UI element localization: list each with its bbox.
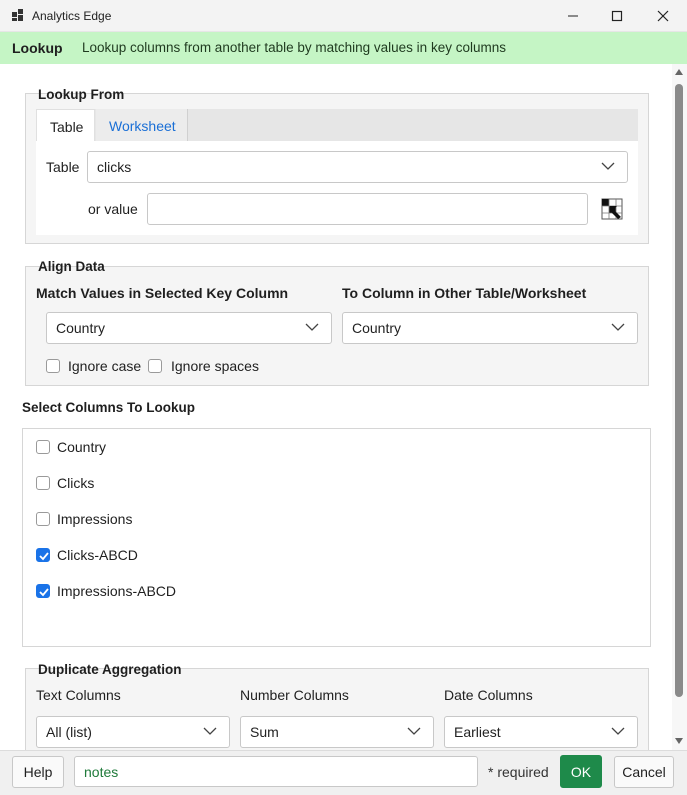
column-label: Clicks xyxy=(57,475,95,491)
column-label: Country xyxy=(57,439,107,455)
table-select[interactable]: clicks xyxy=(87,151,628,183)
match-column-select[interactable]: Country xyxy=(46,312,332,344)
chevron-down-icon xyxy=(305,323,319,331)
column-label: Clicks-ABCD xyxy=(57,547,138,563)
column-checkbox[interactable] xyxy=(36,440,50,454)
list-item[interactable]: Country xyxy=(23,434,650,464)
notes-text: notes xyxy=(84,764,119,780)
notes-input[interactable]: notes xyxy=(74,756,478,787)
app-icon xyxy=(12,9,24,21)
close-icon xyxy=(657,10,669,22)
column-checkbox[interactable] xyxy=(36,584,50,598)
ignore-case-label: Ignore case xyxy=(68,358,142,374)
to-column-value: Country xyxy=(352,320,402,336)
to-column-label: To Column in Other Table/Worksheet xyxy=(342,285,587,301)
column-checkbox[interactable] xyxy=(36,476,50,490)
column-label: Impressions-ABCD xyxy=(57,583,177,599)
maximize-button[interactable] xyxy=(594,0,640,32)
columns-list: Country Clicks Impressions Clicks-ABCD I… xyxy=(22,428,651,647)
help-button[interactable]: Help xyxy=(12,756,64,788)
table-label: Table xyxy=(46,159,80,175)
cancel-button[interactable]: Cancel xyxy=(614,756,674,788)
chevron-down-icon xyxy=(611,727,625,735)
table-select-value: clicks xyxy=(97,159,132,175)
date-columns-value: Earliest xyxy=(454,724,501,740)
number-columns-select[interactable]: Sum xyxy=(240,716,434,748)
duplicate-aggregation-title: Duplicate Aggregation xyxy=(38,662,182,677)
list-item[interactable]: Clicks-ABCD xyxy=(23,542,650,572)
text-columns-value: All (list) xyxy=(46,724,92,740)
lookup-from-title: Lookup From xyxy=(38,87,125,102)
check-icon xyxy=(39,588,49,597)
date-columns-label: Date Columns xyxy=(444,687,533,703)
ignore-case-checkbox[interactable] xyxy=(46,359,60,373)
cell-picker-icon xyxy=(601,198,623,220)
scrollbar-thumb[interactable] xyxy=(675,84,683,697)
text-columns-select[interactable]: All (list) xyxy=(36,716,230,748)
window-title: Analytics Edge xyxy=(32,9,112,23)
minimize-button[interactable] xyxy=(550,0,596,32)
close-button[interactable] xyxy=(640,0,686,32)
scroll-up-icon[interactable] xyxy=(674,68,684,76)
number-columns-label: Number Columns xyxy=(240,687,349,703)
cell-picker-button[interactable] xyxy=(601,198,623,220)
ignore-spaces-label: Ignore spaces xyxy=(171,358,259,374)
scroll-down-icon[interactable] xyxy=(674,737,684,745)
column-label: Impressions xyxy=(57,511,133,527)
align-data-title: Align Data xyxy=(38,259,105,274)
column-checkbox[interactable] xyxy=(36,512,50,526)
select-columns-title: Select Columns To Lookup xyxy=(22,400,196,415)
chevron-down-icon xyxy=(203,727,217,735)
number-columns-value: Sum xyxy=(250,724,279,740)
or-value-label: or value xyxy=(88,201,138,217)
or-value-input[interactable] xyxy=(147,193,588,225)
minimize-icon xyxy=(568,15,578,17)
date-columns-select[interactable]: Earliest xyxy=(444,716,638,748)
chevron-down-icon xyxy=(407,727,421,735)
chevron-down-icon xyxy=(611,323,625,331)
list-item[interactable]: Impressions xyxy=(23,506,650,536)
maximize-icon xyxy=(611,10,623,22)
list-item[interactable]: Impressions-ABCD xyxy=(23,578,650,608)
banner-description: Lookup columns from another table by mat… xyxy=(82,40,506,55)
column-checkbox[interactable] xyxy=(36,548,50,562)
match-column-value: Country xyxy=(56,320,106,336)
tab-table-label: Table xyxy=(50,119,84,135)
banner-title: Lookup xyxy=(12,40,63,56)
match-values-label: Match Values in Selected Key Column xyxy=(36,285,289,301)
required-label: * required xyxy=(488,764,549,780)
ok-button[interactable]: OK xyxy=(560,755,602,788)
tab-table[interactable]: Table xyxy=(36,109,95,141)
text-columns-label: Text Columns xyxy=(36,687,121,703)
check-icon xyxy=(39,552,49,561)
list-item[interactable]: Clicks xyxy=(23,470,650,500)
ignore-spaces-checkbox[interactable] xyxy=(148,359,162,373)
tab-worksheet-label: Worksheet xyxy=(109,118,176,134)
chevron-down-icon xyxy=(601,162,615,170)
to-column-select[interactable]: Country xyxy=(342,312,638,344)
tab-worksheet[interactable]: Worksheet xyxy=(96,109,188,141)
